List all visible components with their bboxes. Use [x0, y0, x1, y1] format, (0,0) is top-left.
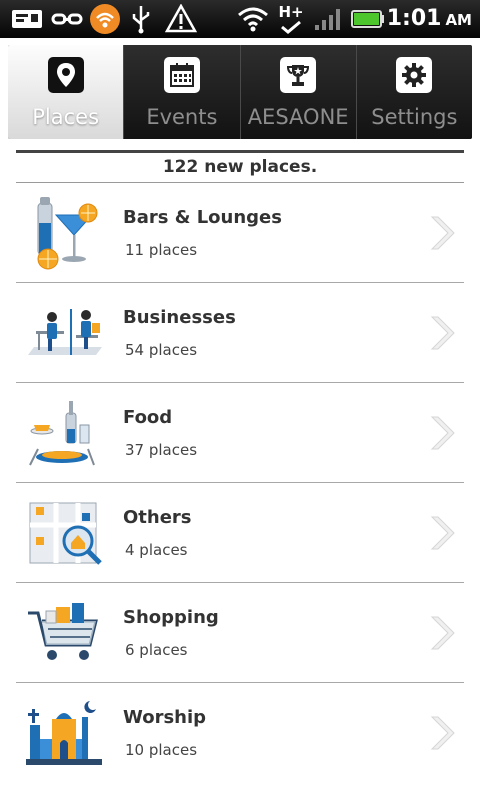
chevron-right-icon [424, 213, 460, 253]
list-item[interactable]: Worship 10 places [16, 683, 464, 783]
category-count: 4 places [125, 541, 188, 559]
category-title: Food [123, 407, 173, 428]
category-title: Others [123, 507, 192, 528]
office-workers-icon [26, 295, 104, 371]
category-count: 10 places [125, 741, 198, 759]
wifi-signal-icon [236, 0, 270, 38]
shopping-cart-icon [26, 595, 104, 671]
list-item[interactable]: Others 4 places [16, 483, 464, 583]
chevron-right-icon [424, 413, 460, 453]
category-count: 11 places [125, 241, 198, 259]
category-count: 37 places [125, 441, 198, 459]
sms-icon [10, 0, 44, 38]
list-item[interactable]: Bars & Lounges 11 places [16, 183, 464, 283]
list-item[interactable]: Food 37 places [16, 383, 464, 483]
category-count: 6 places [125, 641, 188, 659]
tab-label: Events [146, 105, 218, 129]
status-bar: H+ 1:01 AM [0, 0, 480, 38]
tab-aesaone[interactable]: AESAONE [240, 45, 357, 139]
chevron-right-icon [424, 613, 460, 653]
category-count: 54 places [125, 341, 198, 359]
chevron-right-icon [424, 313, 460, 353]
category-title: Worship [123, 707, 207, 728]
tab-settings[interactable]: Settings [356, 45, 472, 139]
list-item[interactable]: Shopping 6 places [16, 583, 464, 683]
warning-icon [164, 0, 198, 38]
calendar-icon [163, 57, 200, 93]
cocktail-icon [26, 195, 104, 271]
cell-signal-icon [312, 0, 344, 38]
category-list: Bars & Lounges 11 places Businesses 54 p… [16, 183, 464, 783]
map-search-icon [26, 495, 104, 571]
usb-connection-icon [50, 0, 84, 38]
wifi-hotspot-icon [88, 0, 122, 38]
new-places-summary: 122 new places. [16, 153, 464, 183]
category-title: Shopping [123, 607, 219, 628]
category-title: Bars & Lounges [123, 207, 282, 228]
tab-label: Places [32, 105, 100, 129]
dining-icon [26, 395, 104, 471]
tab-events[interactable]: Events [124, 45, 241, 139]
tab-label: Settings [371, 105, 458, 129]
category-title: Businesses [123, 307, 236, 328]
usb-icon [128, 0, 154, 38]
clock: 1:01 AM [386, 6, 472, 31]
hspa-data-icon: H+ [276, 0, 306, 38]
battery-icon [350, 0, 386, 38]
tab-bar: Places Events AESAONE Settings [8, 45, 472, 139]
tab-places[interactable]: Places [8, 45, 125, 139]
map-pin-icon [47, 57, 84, 93]
chevron-right-icon [424, 513, 460, 553]
list-item[interactable]: Businesses 54 places [16, 283, 464, 383]
trophy-icon [280, 57, 317, 93]
chevron-right-icon [424, 713, 460, 753]
mosque-church-icon [26, 695, 104, 771]
tab-label: AESAONE [247, 105, 349, 129]
gear-icon [396, 57, 433, 93]
